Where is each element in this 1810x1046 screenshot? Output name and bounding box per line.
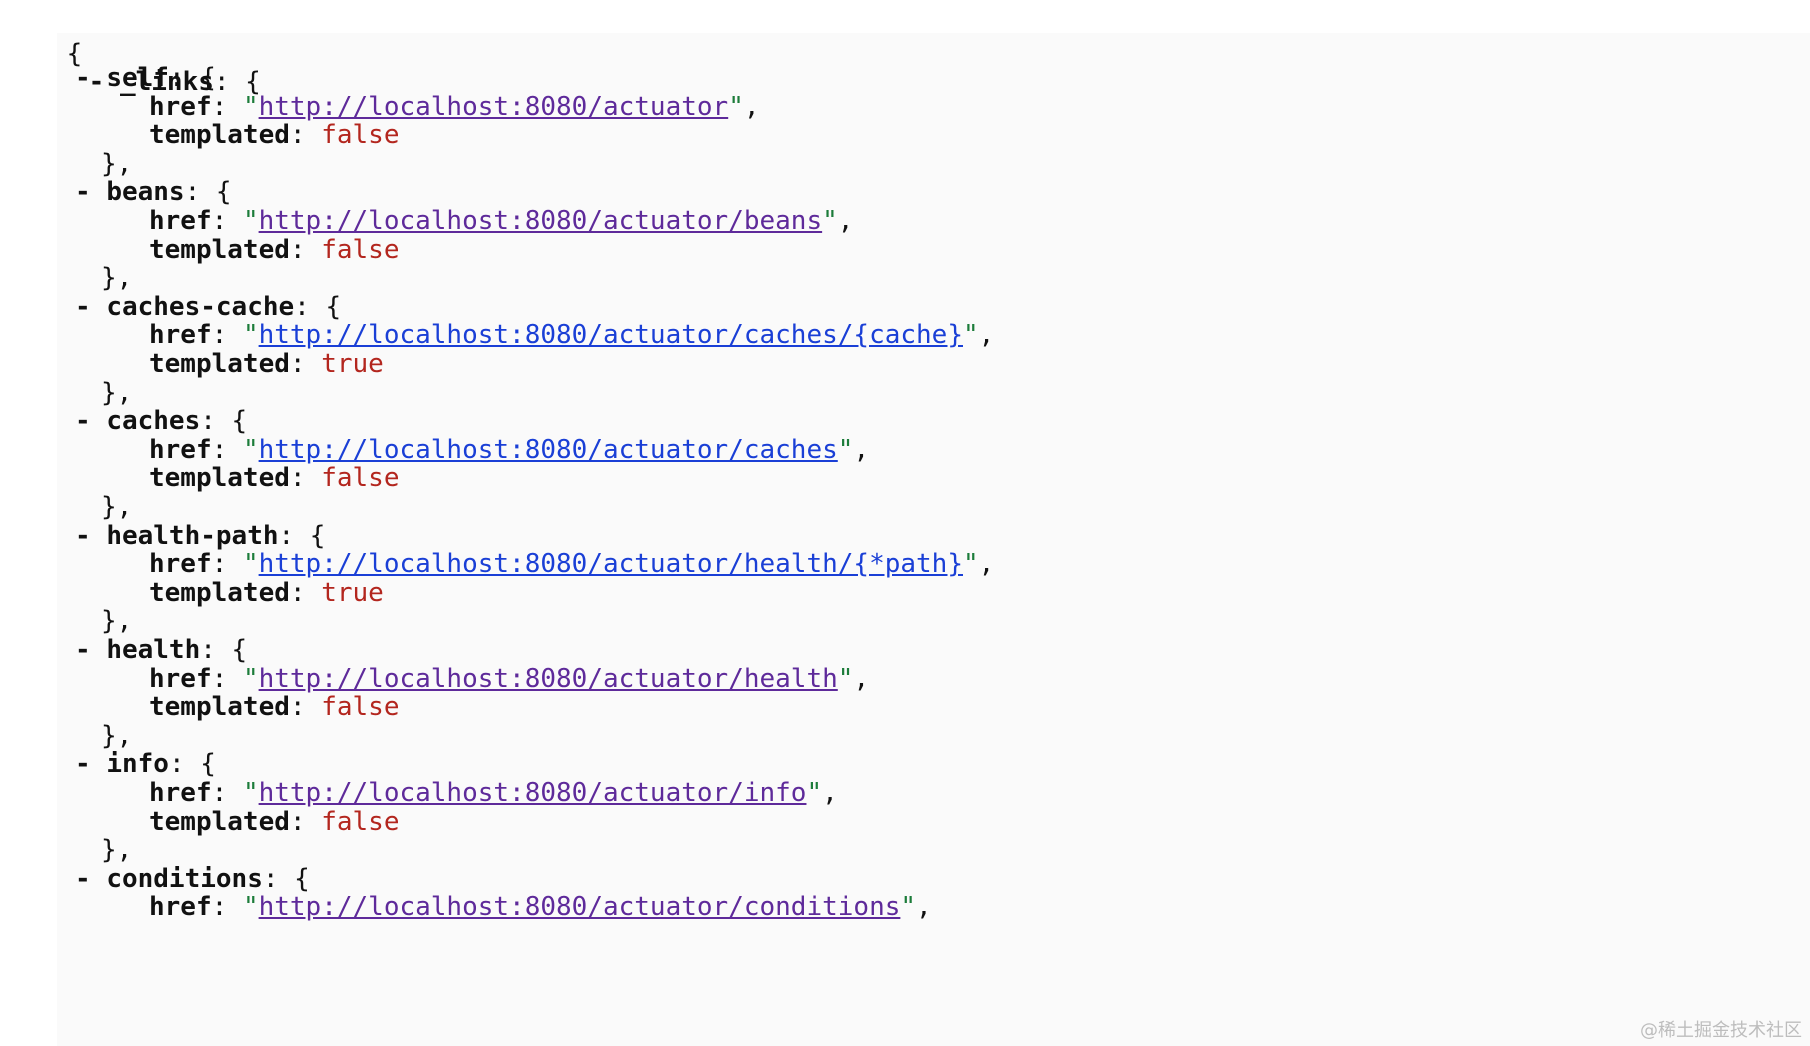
entry-key: health-path xyxy=(106,520,279,551)
templated-key: templated xyxy=(149,577,290,608)
entry-key: caches-cache xyxy=(106,291,295,322)
templated-line: templated: true xyxy=(149,349,384,379)
entry-collapse-toggle[interactable]: - xyxy=(75,292,91,322)
templated-value: false xyxy=(321,463,400,494)
entry-collapse-toggle[interactable]: - xyxy=(75,635,91,665)
href-key: href xyxy=(149,91,212,122)
entry-collapse-toggle[interactable]: - xyxy=(75,406,91,436)
entry-collapse-toggle[interactable]: - xyxy=(75,749,91,779)
templated-line: templated: true xyxy=(149,577,384,608)
templated-line: templated: false xyxy=(149,692,400,723)
href-key: href xyxy=(149,434,212,465)
href-key: href xyxy=(149,892,212,923)
close-brace: }, xyxy=(101,263,133,294)
href-link[interactable]: http://localhost:8080/actuator/caches/{c… xyxy=(259,320,963,350)
close-brace: }, xyxy=(101,148,133,179)
templated-key: templated xyxy=(149,234,290,265)
entry-collapse-toggle[interactable]: - xyxy=(75,521,91,551)
entry-key: conditions xyxy=(106,863,263,894)
entry-key: info xyxy=(106,749,169,780)
templated-value: false xyxy=(321,806,400,837)
entry-collapse-toggle[interactable]: - xyxy=(75,864,91,894)
templated-value: true xyxy=(321,349,384,379)
href-key: href xyxy=(149,778,212,808)
templated-key: templated xyxy=(149,806,290,837)
href-link[interactable]: http://localhost:8080/actuator xyxy=(259,92,729,122)
templated-key: templated xyxy=(149,349,290,379)
templated-value: false xyxy=(321,120,400,151)
href-link[interactable]: http://localhost:8080/actuator/health xyxy=(259,664,838,694)
href-line: href: "http://localhost:8080/actuator/co… xyxy=(149,892,932,923)
href-key: href xyxy=(149,549,212,580)
href-key: href xyxy=(149,320,212,351)
entry-key: caches xyxy=(106,406,201,437)
href-link[interactable]: http://localhost:8080/actuator/health/{*… xyxy=(259,549,963,579)
templated-key: templated xyxy=(149,463,290,494)
href-link[interactable]: http://localhost:8080/actuator/beans xyxy=(259,206,823,236)
templated-key: templated xyxy=(149,120,290,151)
json-viewer: { - _links: { - self: {href: "http://loc… xyxy=(0,0,1810,1046)
entry-key: health xyxy=(106,635,201,665)
href-link[interactable]: http://localhost:8080/actuator/condition… xyxy=(259,892,901,922)
close-brace: }, xyxy=(101,606,133,637)
templated-key: templated xyxy=(149,692,290,723)
close-brace: }, xyxy=(101,720,133,751)
templated-value: false xyxy=(321,234,400,265)
close-brace: }, xyxy=(101,835,133,866)
close-brace: }, xyxy=(101,492,133,522)
entry-collapse-toggle[interactable]: - xyxy=(75,63,91,93)
entry-key: beans xyxy=(106,177,185,208)
entry-key: self xyxy=(106,63,169,93)
templated-value: false xyxy=(321,692,400,723)
watermark: @稀土掘金技术社区 xyxy=(1640,1020,1802,1041)
close-brace: }, xyxy=(101,377,133,408)
templated-line: templated: false xyxy=(149,806,400,837)
templated-value: true xyxy=(321,577,384,608)
href-key: href xyxy=(149,663,212,694)
href-key: href xyxy=(149,206,212,236)
templated-line: templated: false xyxy=(149,463,400,494)
href-link[interactable]: http://localhost:8080/actuator/info xyxy=(259,778,807,808)
entry-collapse-toggle[interactable]: - xyxy=(75,177,91,207)
href-link[interactable]: http://localhost:8080/actuator/caches xyxy=(259,435,838,465)
templated-line: templated: false xyxy=(149,120,400,151)
templated-line: templated: false xyxy=(149,234,400,265)
